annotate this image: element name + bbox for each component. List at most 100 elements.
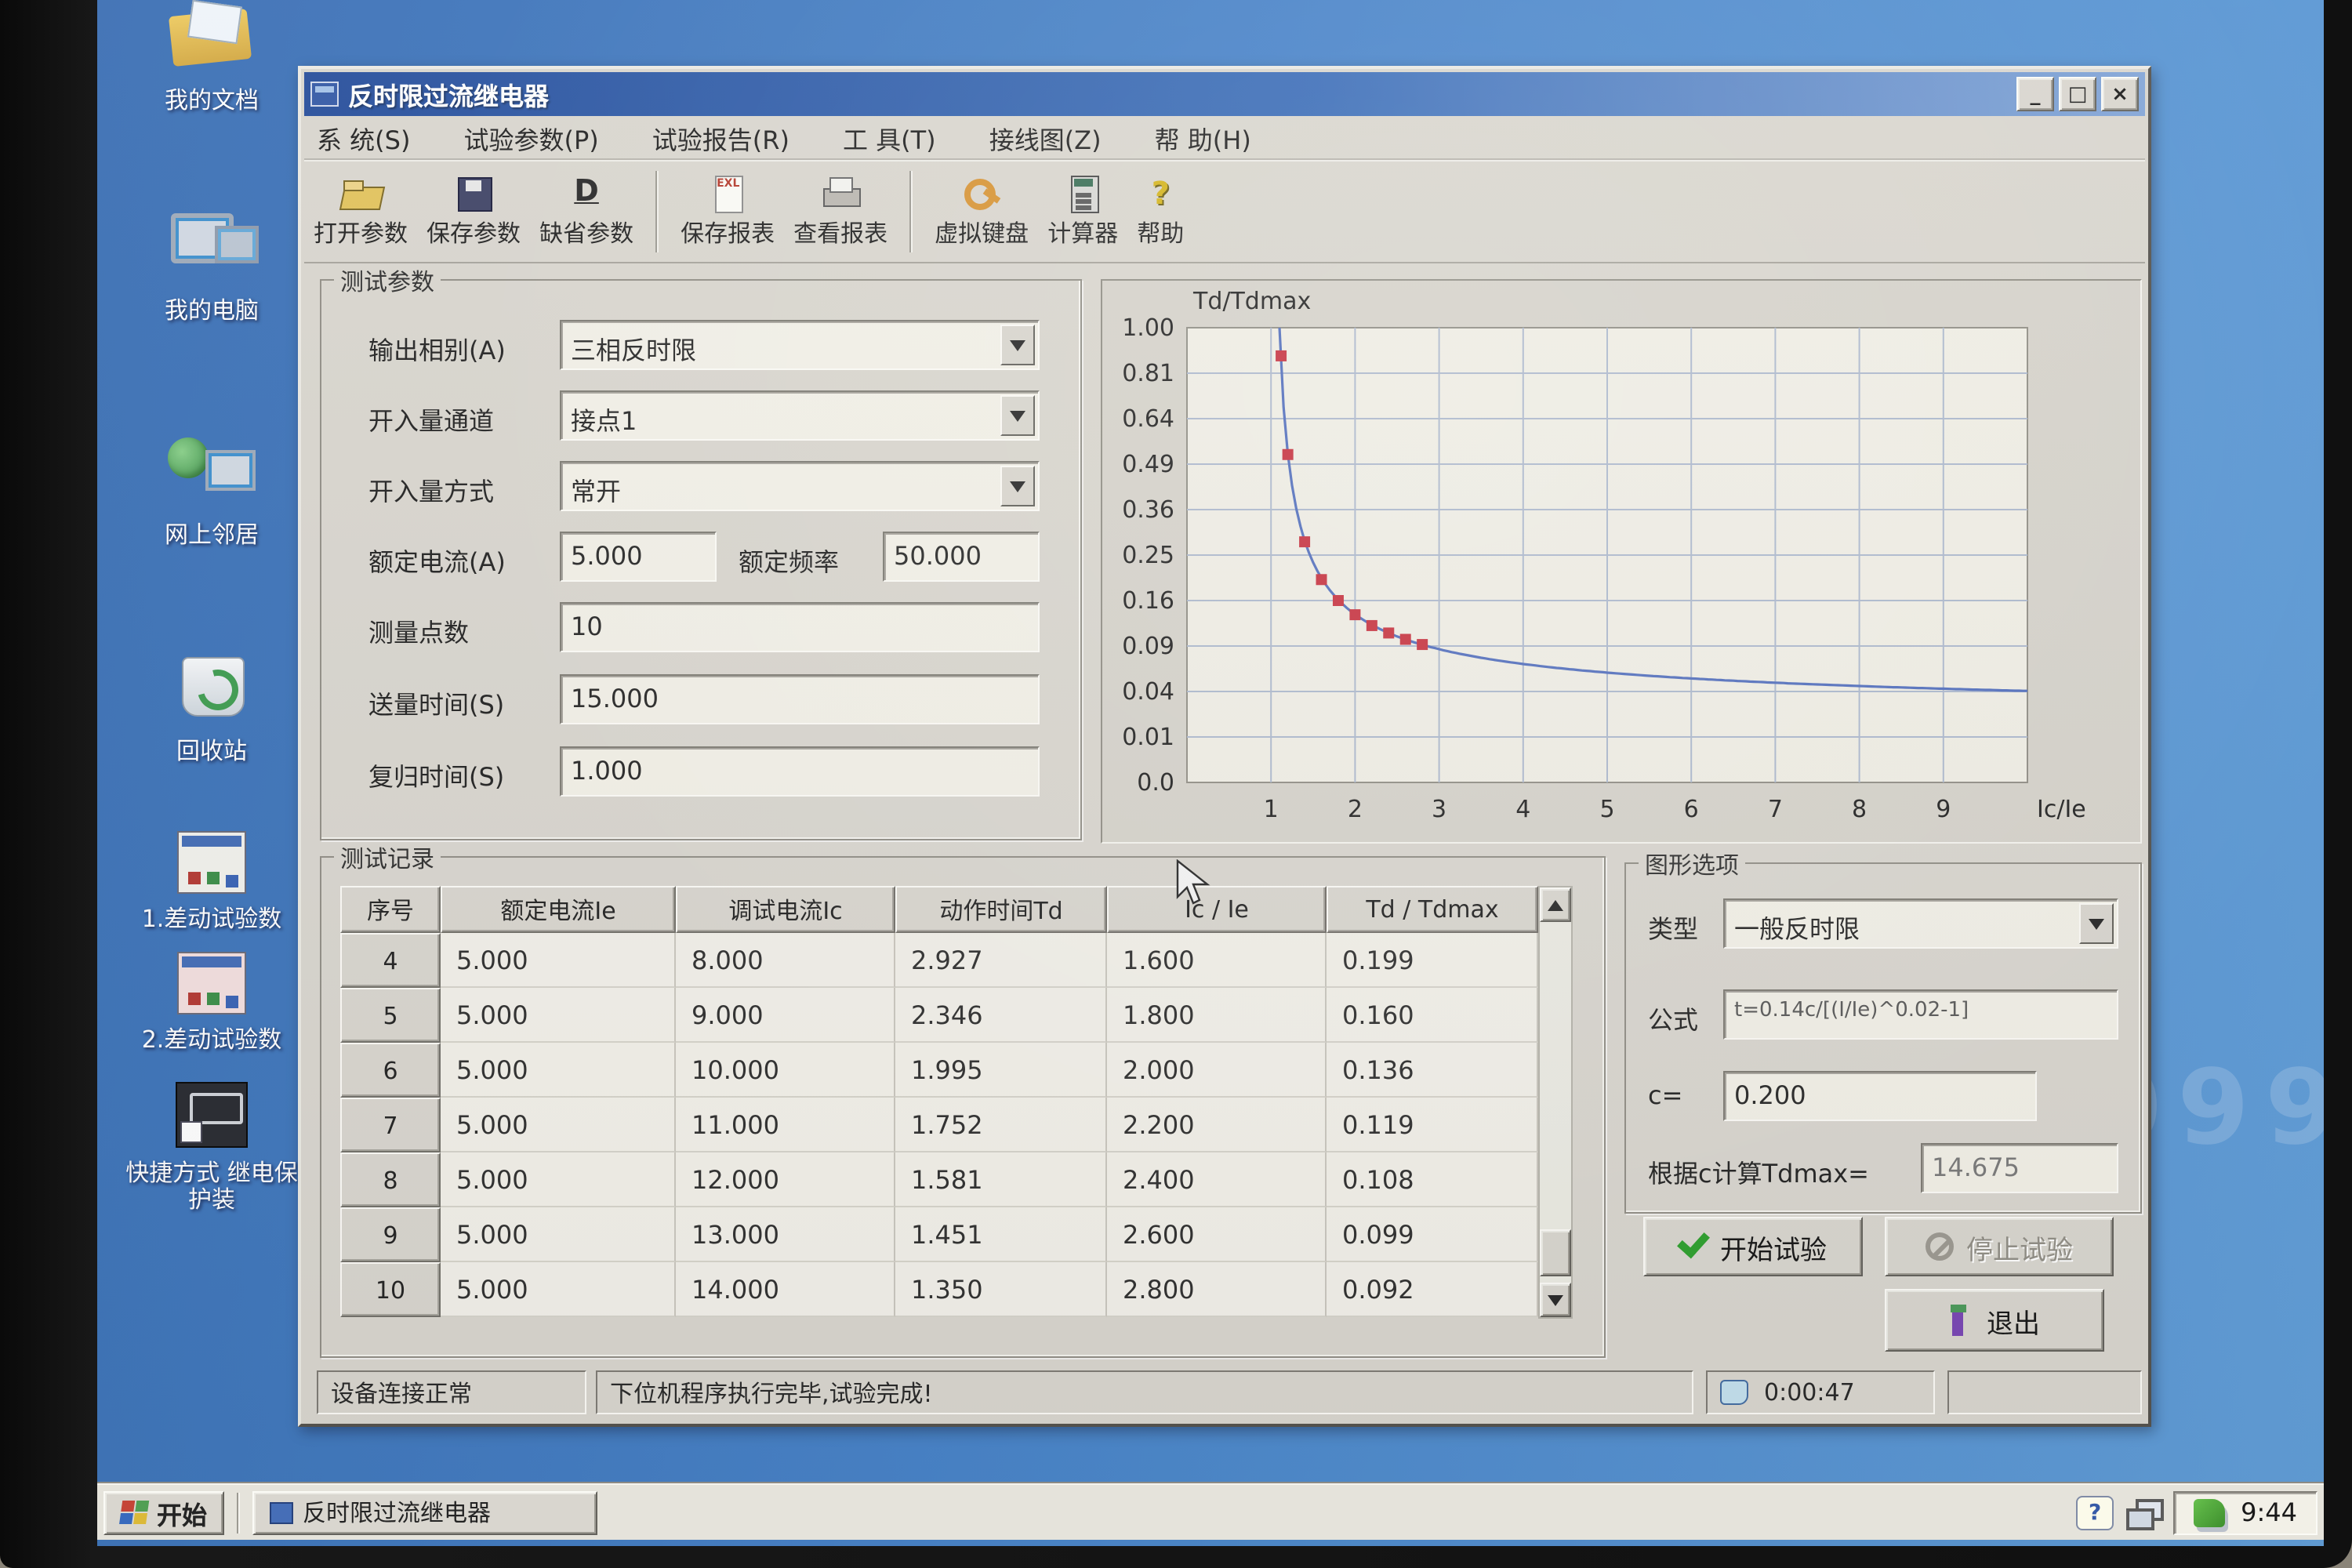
desktop-icon-shortcut-diff-test-2[interactable]: 2.差动试验数 xyxy=(119,952,304,1054)
shortcut-relay-protect-icon xyxy=(176,1082,248,1148)
chevron-down-icon[interactable] xyxy=(2079,903,2114,944)
toolbar-button-save-report[interactable]: 保存报表 xyxy=(671,164,784,258)
taskbar-task-relay-app[interactable]: 反时限过流继电器 xyxy=(252,1490,597,1534)
rated-frequency-input[interactable]: 50.000 xyxy=(883,532,1040,582)
svg-text:0.64: 0.64 xyxy=(1122,405,1174,433)
data-cell: 1.600 xyxy=(1107,933,1327,988)
inject-time-input[interactable]: 15.000 xyxy=(560,674,1040,724)
toolbar-button-view-report[interactable]: 查看报表 xyxy=(784,164,897,258)
device-status: 设备连接正常 xyxy=(317,1370,586,1414)
row-number-cell: 6 xyxy=(340,1043,441,1098)
help-icon: ? xyxy=(1140,173,1181,211)
toolbar-button-virtual-keyboard[interactable]: 虚拟键盘 xyxy=(925,164,1038,258)
output-phase-select[interactable]: 三相反时限 xyxy=(560,320,1040,370)
table-row[interactable]: 55.0009.0002.3461.8000.160 xyxy=(340,988,1538,1043)
toolbar-button-save-params[interactable]: 保存参数 xyxy=(417,164,530,258)
svg-text:0.25: 0.25 xyxy=(1122,542,1174,569)
desktop-icon-network-places[interactable]: 网上邻居 xyxy=(119,434,304,549)
start-test-button[interactable]: 开始试验 xyxy=(1643,1217,1863,1276)
tray-help-icon[interactable]: ? xyxy=(2076,1495,2114,1530)
tdmax-value: 14.675 xyxy=(1932,1152,2020,1182)
app-icon xyxy=(310,82,339,107)
status-bar: 设备连接正常 下位机程序执行完毕,试验完成! 0:00:47 xyxy=(304,1367,2145,1417)
curve-type-select[interactable]: 一般反时限 xyxy=(1723,898,2118,949)
toolbar-button-open-params[interactable]: 打开参数 xyxy=(304,164,417,258)
menu-item-4[interactable]: 接线图(Z) xyxy=(989,118,1102,156)
output-phase-label: 输出相别(A) xyxy=(368,329,506,367)
row-number-cell: 4 xyxy=(340,933,441,988)
column-header-5[interactable]: Td / Tdmax xyxy=(1327,886,1538,933)
scroll-up-button[interactable] xyxy=(1540,887,1571,922)
chevron-down-icon[interactable] xyxy=(1000,325,1035,365)
test-records-group: 测试记录 序号额定电流Ie调试电流Ic动作时间TdIc / IeTd / Tdm… xyxy=(320,856,1606,1358)
scroll-down-button[interactable] xyxy=(1540,1283,1571,1317)
svg-text:3: 3 xyxy=(1432,796,1446,823)
svg-text:0.16: 0.16 xyxy=(1122,587,1174,615)
maximize-button[interactable]: □ xyxy=(2059,77,2096,111)
c-value: 0.200 xyxy=(1734,1080,1806,1110)
tray-clock-cell: 9:44 xyxy=(2173,1490,2318,1534)
toolbar-button-default-params[interactable]: D缺省参数 xyxy=(530,164,643,258)
tray-display-icon[interactable] xyxy=(2126,1498,2161,1526)
task-app-icon xyxy=(270,1501,293,1523)
table-row[interactable]: 105.00014.0001.3502.8000.092 xyxy=(340,1262,1538,1317)
toolbar-button-help[interactable]: ?帮助 xyxy=(1127,164,1193,258)
minimize-button[interactable]: _ xyxy=(2016,77,2054,111)
column-header-1[interactable]: 额定电流Ie xyxy=(441,886,676,933)
formula-field[interactable]: t=0.14c/[(I/Ie)^0.02-1] xyxy=(1723,989,2118,1040)
desktop-icon-my-computer[interactable]: 我的电脑 xyxy=(119,210,304,325)
toolbar-separator xyxy=(655,170,659,252)
menu-item-0[interactable]: 系 统(S) xyxy=(317,118,410,156)
taskbar: 开始 反时限过流继电器 ? 9:44 xyxy=(97,1483,2324,1540)
tdmax-field[interactable]: 14.675 xyxy=(1921,1143,2118,1193)
menu-item-3[interactable]: 工 具(T) xyxy=(843,118,936,156)
desktop-icon-shortcut-diff-test-1[interactable]: 1.差动试验数 xyxy=(119,831,304,933)
input-channel-select[interactable]: 接点1 xyxy=(560,390,1040,441)
desktop-icon-recycle-bin[interactable]: 回收站 xyxy=(119,651,304,765)
point-count-label: 测量点数 xyxy=(368,612,469,649)
scroll-thumb[interactable] xyxy=(1540,1229,1571,1276)
records-scrollbar[interactable] xyxy=(1538,886,1573,1319)
exit-button[interactable]: 退出 xyxy=(1885,1289,2104,1352)
row-number-cell: 7 xyxy=(340,1098,441,1152)
desktop-icon-shortcut-relay-protect[interactable]: 快捷方式 继电保护装 xyxy=(119,1082,304,1214)
column-header-0[interactable]: 序号 xyxy=(340,886,441,933)
desktop-icon-my-documents[interactable]: 我的文档 xyxy=(119,3,304,114)
save-params-icon xyxy=(453,173,494,211)
table-row[interactable]: 75.00011.0001.7522.2000.119 xyxy=(340,1098,1538,1152)
svg-text:8: 8 xyxy=(1852,796,1867,823)
chevron-down-icon[interactable] xyxy=(1000,395,1035,436)
rated-current-input[interactable]: 5.000 xyxy=(560,532,717,582)
title-bar[interactable]: 反时限过流继电器 _ □ × xyxy=(304,72,2145,116)
inject-time-label: 送量时间(S) xyxy=(368,684,504,721)
reset-time-input[interactable]: 1.000 xyxy=(560,746,1040,797)
toolbar-label: 保存参数 xyxy=(426,216,521,249)
c-input[interactable]: 0.200 xyxy=(1723,1071,2037,1121)
chevron-down-icon[interactable] xyxy=(1000,466,1035,506)
menu-item-1[interactable]: 试验参数(P) xyxy=(463,118,598,156)
tray-device-icon[interactable] xyxy=(2194,1498,2225,1526)
row-number-cell: 10 xyxy=(340,1262,441,1317)
menu-item-5[interactable]: 帮 助(H) xyxy=(1155,118,1251,156)
table-row[interactable]: 45.0008.0002.9271.6000.199 xyxy=(340,933,1538,988)
point-count-input[interactable]: 10 xyxy=(560,602,1040,652)
table-row[interactable]: 85.00012.0001.5812.4000.108 xyxy=(340,1152,1538,1207)
row-number-cell: 5 xyxy=(340,988,441,1043)
table-row[interactable]: 95.00013.0001.4512.6000.099 xyxy=(340,1207,1538,1262)
default-params-icon: D xyxy=(566,173,607,211)
menu-item-2[interactable]: 试验报告(R) xyxy=(652,118,789,156)
close-button[interactable]: × xyxy=(2101,77,2139,111)
exit-label: 退出 xyxy=(1987,1301,2040,1340)
data-cell: 5.000 xyxy=(441,1043,676,1098)
column-header-2[interactable]: 调试电流Ic xyxy=(676,886,895,933)
column-header-3[interactable]: 动作时间Td xyxy=(895,886,1107,933)
desktop-icon-label: 网上邻居 xyxy=(119,522,304,549)
start-button[interactable]: 开始 xyxy=(103,1490,224,1534)
row-number-cell: 8 xyxy=(340,1152,441,1207)
toolbar-button-calculator[interactable]: 计算器 xyxy=(1038,164,1127,258)
column-header-4[interactable]: Ic / Ie xyxy=(1107,886,1327,933)
input-mode-select[interactable]: 常开 xyxy=(560,461,1040,511)
table-row[interactable]: 65.00010.0001.9952.0000.136 xyxy=(340,1043,1538,1098)
save-report-icon xyxy=(707,173,748,211)
inject-time-value: 15.000 xyxy=(571,684,659,713)
